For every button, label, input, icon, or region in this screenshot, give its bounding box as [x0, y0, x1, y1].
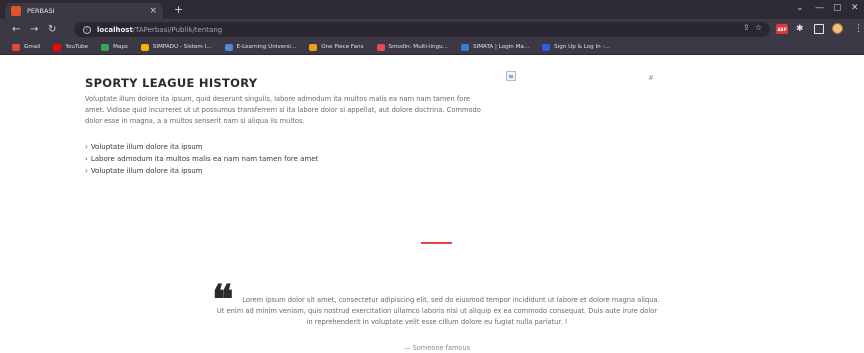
- about-list: › Voluptate illum dolore ita ipsum › Labor…: [85, 141, 318, 177]
- bookmark-item[interactable]: Sign Up & Log In -...: [542, 43, 610, 51]
- bookmark-favicon-icon: [376, 43, 385, 51]
- page-content: SPORTY LEAGUE HISTORY Voluptate illum do…: [0, 56, 864, 353]
- bookmark-favicon-icon: [309, 43, 318, 51]
- bookmark-label: Maps: [113, 44, 128, 50]
- bookmark-item[interactable]: YouTube: [53, 43, 89, 51]
- bookmark-label: E-Learning Universi...: [236, 44, 297, 50]
- address-bar[interactable]: i localhost /TAPerbasi/Publik/tentang ⇪ …: [74, 22, 770, 37]
- chevron-right-icon: ›: [85, 167, 88, 175]
- tab-search-icon[interactable]: ⌄: [796, 2, 804, 15]
- testimonial-author: — Someone famous: [403, 344, 471, 352]
- browser-tab-active[interactable]: PERBASI ×: [5, 3, 163, 19]
- browser-menu-icon[interactable]: ⋮: [854, 24, 863, 34]
- tab-close-icon[interactable]: ×: [149, 6, 157, 16]
- testimonial-text: Lorem ipsum dolor sit amet, consectetur …: [216, 296, 660, 326]
- url-host: localhost: [97, 25, 133, 34]
- bookmark-item[interactable]: Smodin: Multi-lingu...: [376, 43, 449, 51]
- bookmark-favicon-icon: [101, 43, 110, 51]
- profile-avatar-icon[interactable]: [832, 23, 843, 34]
- close-window-button[interactable]: ✕: [851, 2, 859, 15]
- site-favicon-icon: [11, 6, 21, 16]
- tab-title: PERBASI: [27, 7, 55, 15]
- section-divider: [421, 242, 452, 244]
- minimize-button[interactable]: —: [815, 2, 824, 15]
- about-paragraph: Voluptate illum dolore ita ipsum, quid d…: [85, 95, 481, 125]
- site-info-icon[interactable]: i: [83, 25, 91, 34]
- bookmark-favicon-icon: [12, 43, 20, 51]
- bookmark-favicon-icon: [53, 43, 62, 51]
- bookmark-item[interactable]: One Piece Fans: [309, 43, 364, 51]
- bookmark-label: YouTube: [65, 44, 89, 50]
- url-path: /TAPerbasi/Publik/tentang: [132, 25, 223, 34]
- new-tab-button[interactable]: +: [174, 3, 183, 16]
- list-item: › Voluptate illum dolore ita ipsum: [85, 167, 203, 175]
- section-title: SPORTY LEAGUE HISTORY: [85, 76, 258, 90]
- chevron-right-icon: ›: [85, 143, 88, 151]
- back-arrow-icon[interactable]: ←: [12, 23, 20, 36]
- side-panel-icon[interactable]: [814, 24, 824, 34]
- bookmark-label: One Piece Fans: [321, 44, 364, 50]
- bookmark-favicon-icon: [224, 43, 233, 51]
- bookmark-item[interactable]: SIMPADU - Sistem I...: [140, 43, 212, 51]
- bookmark-favicon-icon: [461, 43, 470, 51]
- bookmark-label: Smodin: Multi-lingu...: [388, 44, 449, 50]
- list-item: › Voluptate illum dolore ita ipsum: [85, 143, 203, 151]
- bookmark-item[interactable]: Gmail: [12, 43, 41, 51]
- bookmarks-bar: Gmail YouTube Maps SIMPADU - Sistem I... E-L…: [0, 40, 864, 55]
- maximize-button[interactable]: ▢: [833, 2, 842, 15]
- chevron-right-icon: ›: [85, 155, 88, 163]
- share-bookmark-icons[interactable]: ⇪ ☆: [743, 23, 762, 32]
- bookmark-label: SIMATA | Login Ma...: [473, 44, 530, 50]
- browser-tab-bar: PERBASI × + ⌄ — ▢ ✕: [0, 0, 864, 19]
- bookmark-item[interactable]: SIMATA | Login Ma...: [461, 43, 530, 51]
- forward-arrow-icon[interactable]: →: [30, 23, 38, 36]
- bookmark-favicon-icon: [140, 43, 149, 51]
- bookmark-label: SIMPADU - Sistem I...: [152, 44, 212, 50]
- hash-link[interactable]: #: [648, 74, 654, 82]
- browser-toolbar: ← → ↻ i localhost /TAPerbasi/Publik/tent…: [0, 19, 864, 40]
- bookmark-item[interactable]: E-Learning Universi...: [224, 43, 297, 51]
- bookmark-label: Gmail: [24, 44, 41, 50]
- reload-icon[interactable]: ↻: [48, 23, 56, 36]
- bookmark-favicon-icon: [542, 43, 551, 51]
- extensions-puzzle-icon[interactable]: ✱: [796, 24, 806, 34]
- broken-image-icon: [506, 71, 516, 81]
- bookmark-item[interactable]: Maps: [101, 43, 128, 51]
- adblock-extension-icon[interactable]: ABP: [776, 24, 788, 34]
- bookmark-label: Sign Up & Log In -...: [554, 44, 610, 50]
- list-item: › Labore admodum ita multos malis ea nam …: [85, 155, 319, 163]
